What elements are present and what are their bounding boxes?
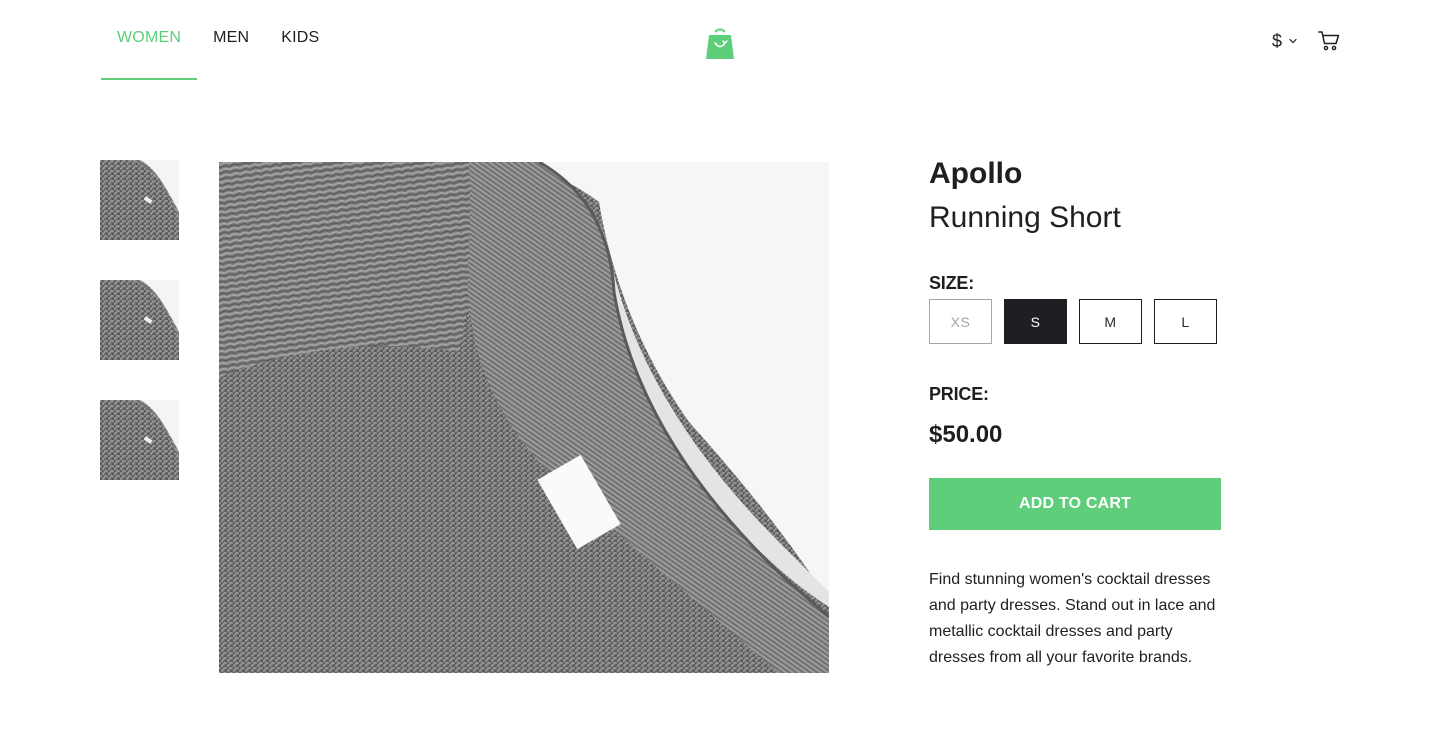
size-option-l[interactable]: L: [1154, 299, 1217, 344]
size-option-xs[interactable]: XS: [929, 299, 992, 344]
product-info: Apollo Running Short SIZE: XS S M L PRIC…: [929, 155, 1229, 666]
product-main-image: [219, 162, 829, 673]
size-option-m[interactable]: M: [1079, 299, 1142, 344]
price-label: PRICE:: [929, 384, 989, 404]
nav-men[interactable]: MEN: [197, 0, 265, 80]
cart-icon[interactable]: [1318, 30, 1340, 52]
add-to-cart-button[interactable]: ADD TO CART: [929, 478, 1221, 530]
thumbnail-list: [100, 160, 179, 520]
size-selector: XS S M L: [929, 299, 1217, 344]
size-option-s[interactable]: S: [1004, 299, 1067, 344]
product-description: Find stunning women's cocktail dresses a…: [929, 571, 1216, 666]
product-thumbnail[interactable]: [100, 280, 179, 360]
nav-women[interactable]: WOMEN: [101, 0, 198, 80]
currency-symbol: $: [1271, 30, 1282, 51]
nav-kids[interactable]: KIDS: [265, 0, 335, 80]
category-nav: WOMEN MEN KIDS: [101, 0, 335, 80]
product-thumbnail[interactable]: [100, 160, 179, 240]
size-label: SIZE:: [929, 273, 975, 293]
product-name: Running Short: [929, 201, 1121, 234]
chevron-down-icon: [1289, 38, 1297, 44]
site-header: WOMEN MEN KIDS $: [0, 0, 1440, 80]
product-price: $50.00: [929, 421, 1003, 448]
shopping-bag-icon[interactable]: [703, 28, 737, 60]
currency-switcher[interactable]: $: [1272, 31, 1298, 52]
product-brand: Apollo: [929, 157, 1023, 190]
product-thumbnail[interactable]: [100, 400, 179, 480]
header-actions: $: [1272, 30, 1340, 52]
